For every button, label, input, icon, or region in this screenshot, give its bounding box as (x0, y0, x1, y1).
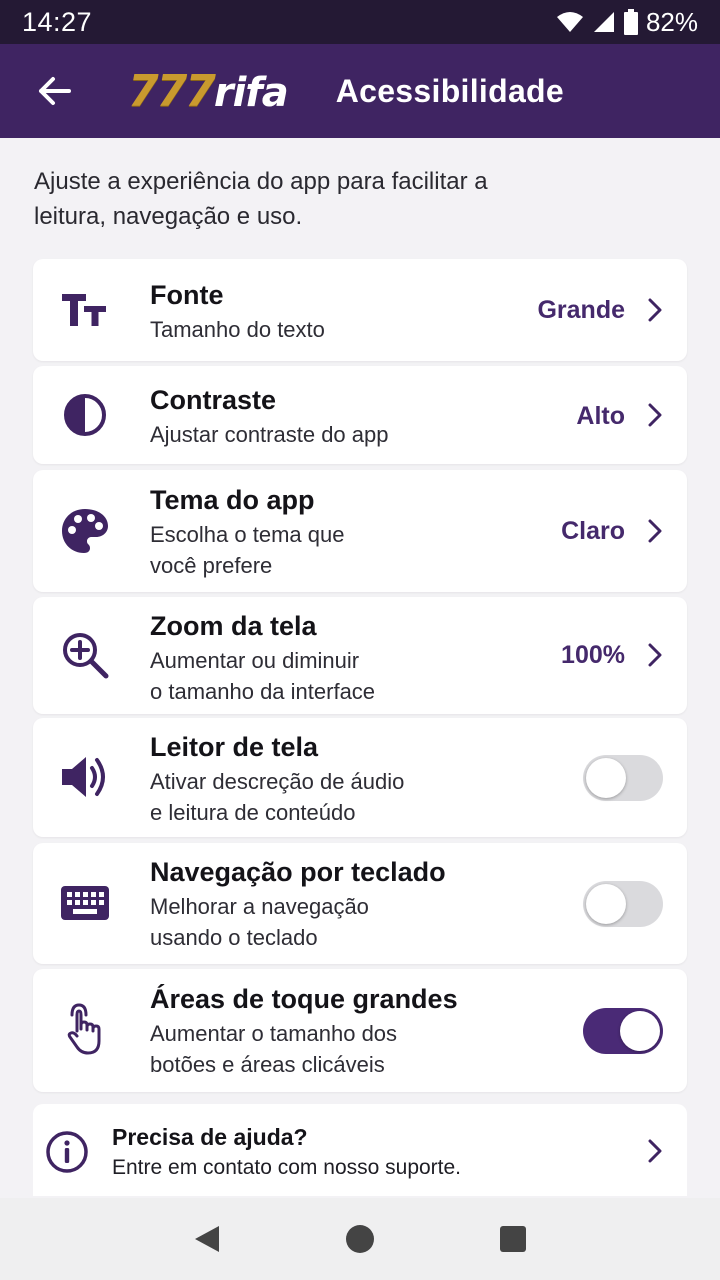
nav-recents-button[interactable] (483, 1209, 543, 1269)
nav-home-button[interactable] (330, 1209, 390, 1269)
setting-value: Claro (561, 517, 625, 545)
setting-title: Contraste (150, 385, 277, 415)
app-logo: 777 rifa (128, 65, 289, 117)
setting-title: Navegação por teclado (150, 857, 446, 887)
setting-value: Grande (537, 296, 625, 324)
contrast-icon (57, 387, 113, 443)
setting-subtitle: Tamanho do texto (150, 317, 325, 342)
logo-number: 777 (128, 65, 216, 117)
setting-large-touch: Áreas de toque grandes Aumentar o tamanh… (33, 969, 687, 1092)
chevron-right-icon (645, 296, 665, 324)
setting-subtitle: Ajustar contraste do app (150, 422, 389, 447)
toggle-knob (586, 758, 626, 798)
text-size-icon (57, 282, 113, 338)
chevron-right-icon (645, 641, 665, 669)
setting-font[interactable]: Fonte Tamanho do texto Grande (33, 259, 687, 361)
subtitle-line: Aumentar ou diminuir (150, 648, 360, 673)
circle-home-icon (345, 1225, 374, 1253)
subtitle-line: Melhorar a navegação (150, 894, 369, 919)
palette-icon (57, 503, 113, 559)
subtitle-line: o tamanho da interface (150, 679, 376, 704)
intro-text: Ajuste a experiência do app para facilit… (34, 168, 488, 230)
page-title: Acessibilidade (335, 72, 564, 109)
logo-text: rifa (213, 69, 289, 116)
nav-back-button[interactable] (177, 1209, 237, 1269)
setting-keyboard-nav: Navegação por teclado Melhorar a navegaç… (33, 843, 687, 964)
back-button[interactable] (26, 63, 82, 119)
setting-theme[interactable]: Tema do app Escolha o tema que você pref… (33, 470, 687, 592)
screen-reader-toggle[interactable] (583, 755, 663, 801)
triangle-back-icon (194, 1226, 219, 1252)
cell-signal-icon (593, 12, 614, 32)
setting-subtitle: Ativar descreção de áudio e leitura de c… (150, 766, 404, 828)
setting-title: Fonte (150, 280, 224, 310)
info-icon (46, 1131, 88, 1173)
setting-title: Zoom da tela (150, 611, 317, 641)
status-icons: 82% (556, 7, 698, 38)
setting-subtitle: Melhorar a navegação usando o teclado (150, 891, 446, 953)
touch-icon (57, 1001, 113, 1057)
subtitle-line: Aumentar o tamanho dos (150, 1021, 398, 1046)
system-nav-bar (0, 1198, 720, 1280)
chevron-right-icon (645, 517, 665, 545)
battery-percent: 82% (645, 6, 698, 37)
status-bar: 14:27 82% (0, 0, 720, 44)
large-touch-toggle[interactable] (583, 1008, 663, 1054)
wifi-icon (556, 12, 583, 32)
subtitle-line: e leitura de conteúdo (150, 800, 356, 825)
help-title: Precisa de ajuda? (112, 1124, 308, 1150)
setting-title: Tema do app (150, 485, 315, 515)
setting-screen-reader: Leitor de tela Ativar descreção de áudio… (33, 718, 687, 837)
subtitle-line: Ativar descreção de áudio (150, 769, 405, 794)
zoom-in-icon (57, 627, 113, 683)
setting-subtitle: Aumentar o tamanho dos botões e áreas cl… (150, 1018, 458, 1080)
setting-zoom[interactable]: Zoom da tela Aumentar ou diminuir o tama… (33, 597, 687, 714)
subtitle-line: usando o teclado (150, 925, 318, 950)
battery-icon (623, 9, 638, 35)
help-subtitle: Entre em contato com nosso suporte. (112, 1156, 462, 1179)
setting-title: Leitor de tela (150, 732, 319, 762)
setting-contrast[interactable]: Contraste Ajustar contraste do app Alto (33, 366, 687, 464)
status-time: 14:27 (22, 6, 93, 37)
setting-value: Alto (576, 402, 625, 430)
toggle-knob (620, 1011, 660, 1051)
setting-subtitle: Aumentar ou diminuir o tamanho da interf… (150, 645, 375, 707)
subtitle-line: Escolha o tema que (150, 522, 345, 547)
chevron-right-icon (645, 1137, 665, 1165)
settings-content: Ajuste a experiência do app para facilit… (0, 138, 720, 1198)
setting-title: Áreas de toque grandes (150, 984, 458, 1014)
keyboard-nav-toggle[interactable] (583, 881, 663, 927)
keyboard-icon (57, 875, 113, 931)
setting-subtitle: Escolha o tema que você prefere (150, 519, 344, 581)
arrow-left-icon (39, 77, 71, 105)
help-card[interactable]: Precisa de ajuda? Entre em contato com n… (33, 1104, 687, 1196)
square-recents-icon (500, 1226, 527, 1252)
speaker-icon (57, 749, 113, 805)
chevron-right-icon (645, 401, 665, 429)
app-bar: 777 rifa Acessibilidade (0, 44, 720, 138)
subtitle-line: botões e áreas clicáveis (150, 1052, 385, 1077)
toggle-knob (586, 884, 626, 924)
subtitle-line: você prefere (150, 553, 273, 578)
setting-value: 100% (561, 641, 625, 669)
